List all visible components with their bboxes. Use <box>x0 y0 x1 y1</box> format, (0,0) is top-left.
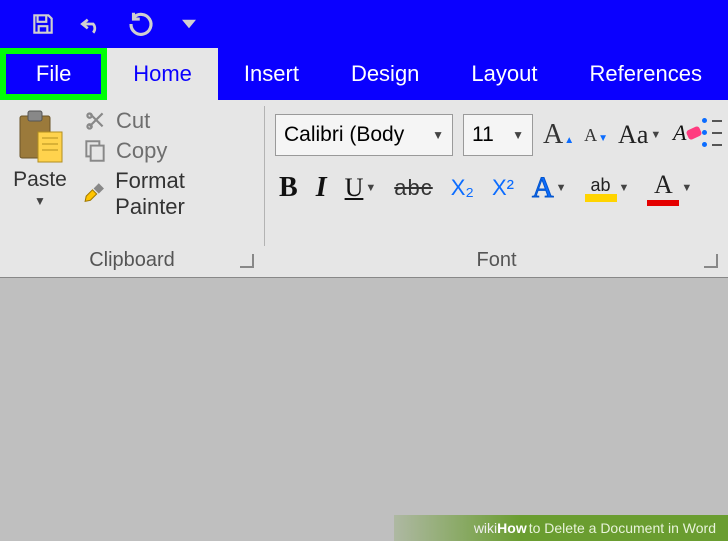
text-effects-button[interactable]: A▼ <box>532 171 567 205</box>
down-triangle-icon: ▼ <box>598 133 608 144</box>
font-name-combo[interactable]: Calibri (Body ▼ <box>275 114 453 156</box>
chevron-down-icon: ▼ <box>432 128 444 142</box>
subscript-button[interactable]: X₂ <box>451 175 474 201</box>
copy-button[interactable]: Copy <box>82 138 256 164</box>
redo-icon[interactable] <box>126 9 156 39</box>
format-painter-label: Format Painter <box>115 168 256 220</box>
highlight-color-swatch <box>585 194 617 202</box>
font-color-button[interactable]: A ▼ <box>647 170 692 206</box>
cut-label: Cut <box>116 108 150 134</box>
font-name-value: Calibri (Body <box>284 123 404 147</box>
strikethrough-button[interactable]: abc <box>394 175 432 201</box>
font-launcher-icon[interactable] <box>704 254 718 268</box>
clipboard-paste-icon <box>14 108 66 166</box>
italic-button[interactable]: I <box>316 172 327 204</box>
cut-button[interactable]: Cut <box>82 108 256 134</box>
highlight-button[interactable]: ab ▼ <box>585 175 630 202</box>
paste-dropdown-icon[interactable]: ▼ <box>34 194 46 208</box>
chevron-down-icon: ▼ <box>650 129 661 141</box>
tab-design[interactable]: Design <box>325 48 445 100</box>
tab-references[interactable]: References <box>563 48 728 100</box>
ribbon: Paste ▼ Cut Copy Format Painter Clipboar… <box>0 100 728 278</box>
paste-label: Paste <box>13 168 67 192</box>
copy-icon <box>82 138 108 164</box>
tab-file[interactable]: File <box>6 54 101 94</box>
chevron-down-icon: ▼ <box>365 182 376 194</box>
underline-button[interactable]: U▼ <box>345 173 377 203</box>
clipboard-group-label: Clipboard <box>0 249 264 272</box>
scissors-icon <box>82 108 108 134</box>
qat-more-icon[interactable] <box>182 17 196 31</box>
format-painter-button[interactable]: Format Painter <box>82 168 256 220</box>
clear-formatting-button[interactable]: A <box>671 120 703 150</box>
chevron-down-icon: ▼ <box>681 182 692 194</box>
undo-icon[interactable] <box>78 11 104 37</box>
shrink-font-button[interactable]: A▼ <box>584 125 608 146</box>
wikihow-caption: wikiHow to Delete a Document in Word <box>394 515 728 541</box>
clipboard-group: Paste ▼ Cut Copy Format Painter Clipboar… <box>0 100 264 278</box>
svg-text:A: A <box>671 120 687 145</box>
tab-home[interactable]: Home <box>107 48 218 100</box>
font-group: Calibri (Body ▼ 11 ▼ A▲ A▼ Aa▼ A <box>265 100 728 278</box>
chevron-down-icon: ▼ <box>512 128 524 142</box>
file-tab-highlight: File <box>0 48 107 100</box>
tab-layout[interactable]: Layout <box>445 48 563 100</box>
superscript-button[interactable]: X² <box>492 175 514 201</box>
chevron-down-icon: ▼ <box>556 182 567 194</box>
tab-insert[interactable]: Insert <box>218 48 325 100</box>
chevron-down-icon: ▼ <box>619 182 630 194</box>
up-triangle-icon: ▲ <box>564 135 574 146</box>
copy-label: Copy <box>116 138 167 164</box>
clipboard-launcher-icon[interactable] <box>240 254 254 268</box>
font-group-label: Font <box>265 249 728 272</box>
font-size-value: 11 <box>472 123 494 147</box>
grow-font-button[interactable]: A▲ <box>543 119 574 151</box>
change-case-button[interactable]: Aa▼ <box>618 120 661 150</box>
quick-access-toolbar <box>0 0 728 48</box>
font-color-swatch <box>647 200 679 206</box>
bold-button[interactable]: B <box>279 172 298 204</box>
paste-button[interactable]: Paste ▼ <box>8 108 72 220</box>
save-icon[interactable] <box>30 11 56 37</box>
bullets-button[interactable] <box>702 118 722 147</box>
ribbon-tabs: File Home Insert Design Layout Reference… <box>0 48 728 100</box>
font-size-combo[interactable]: 11 ▼ <box>463 114 533 156</box>
paintbrush-icon <box>82 181 107 207</box>
document-area[interactable] <box>0 278 728 541</box>
eraser-icon: A <box>671 120 703 150</box>
